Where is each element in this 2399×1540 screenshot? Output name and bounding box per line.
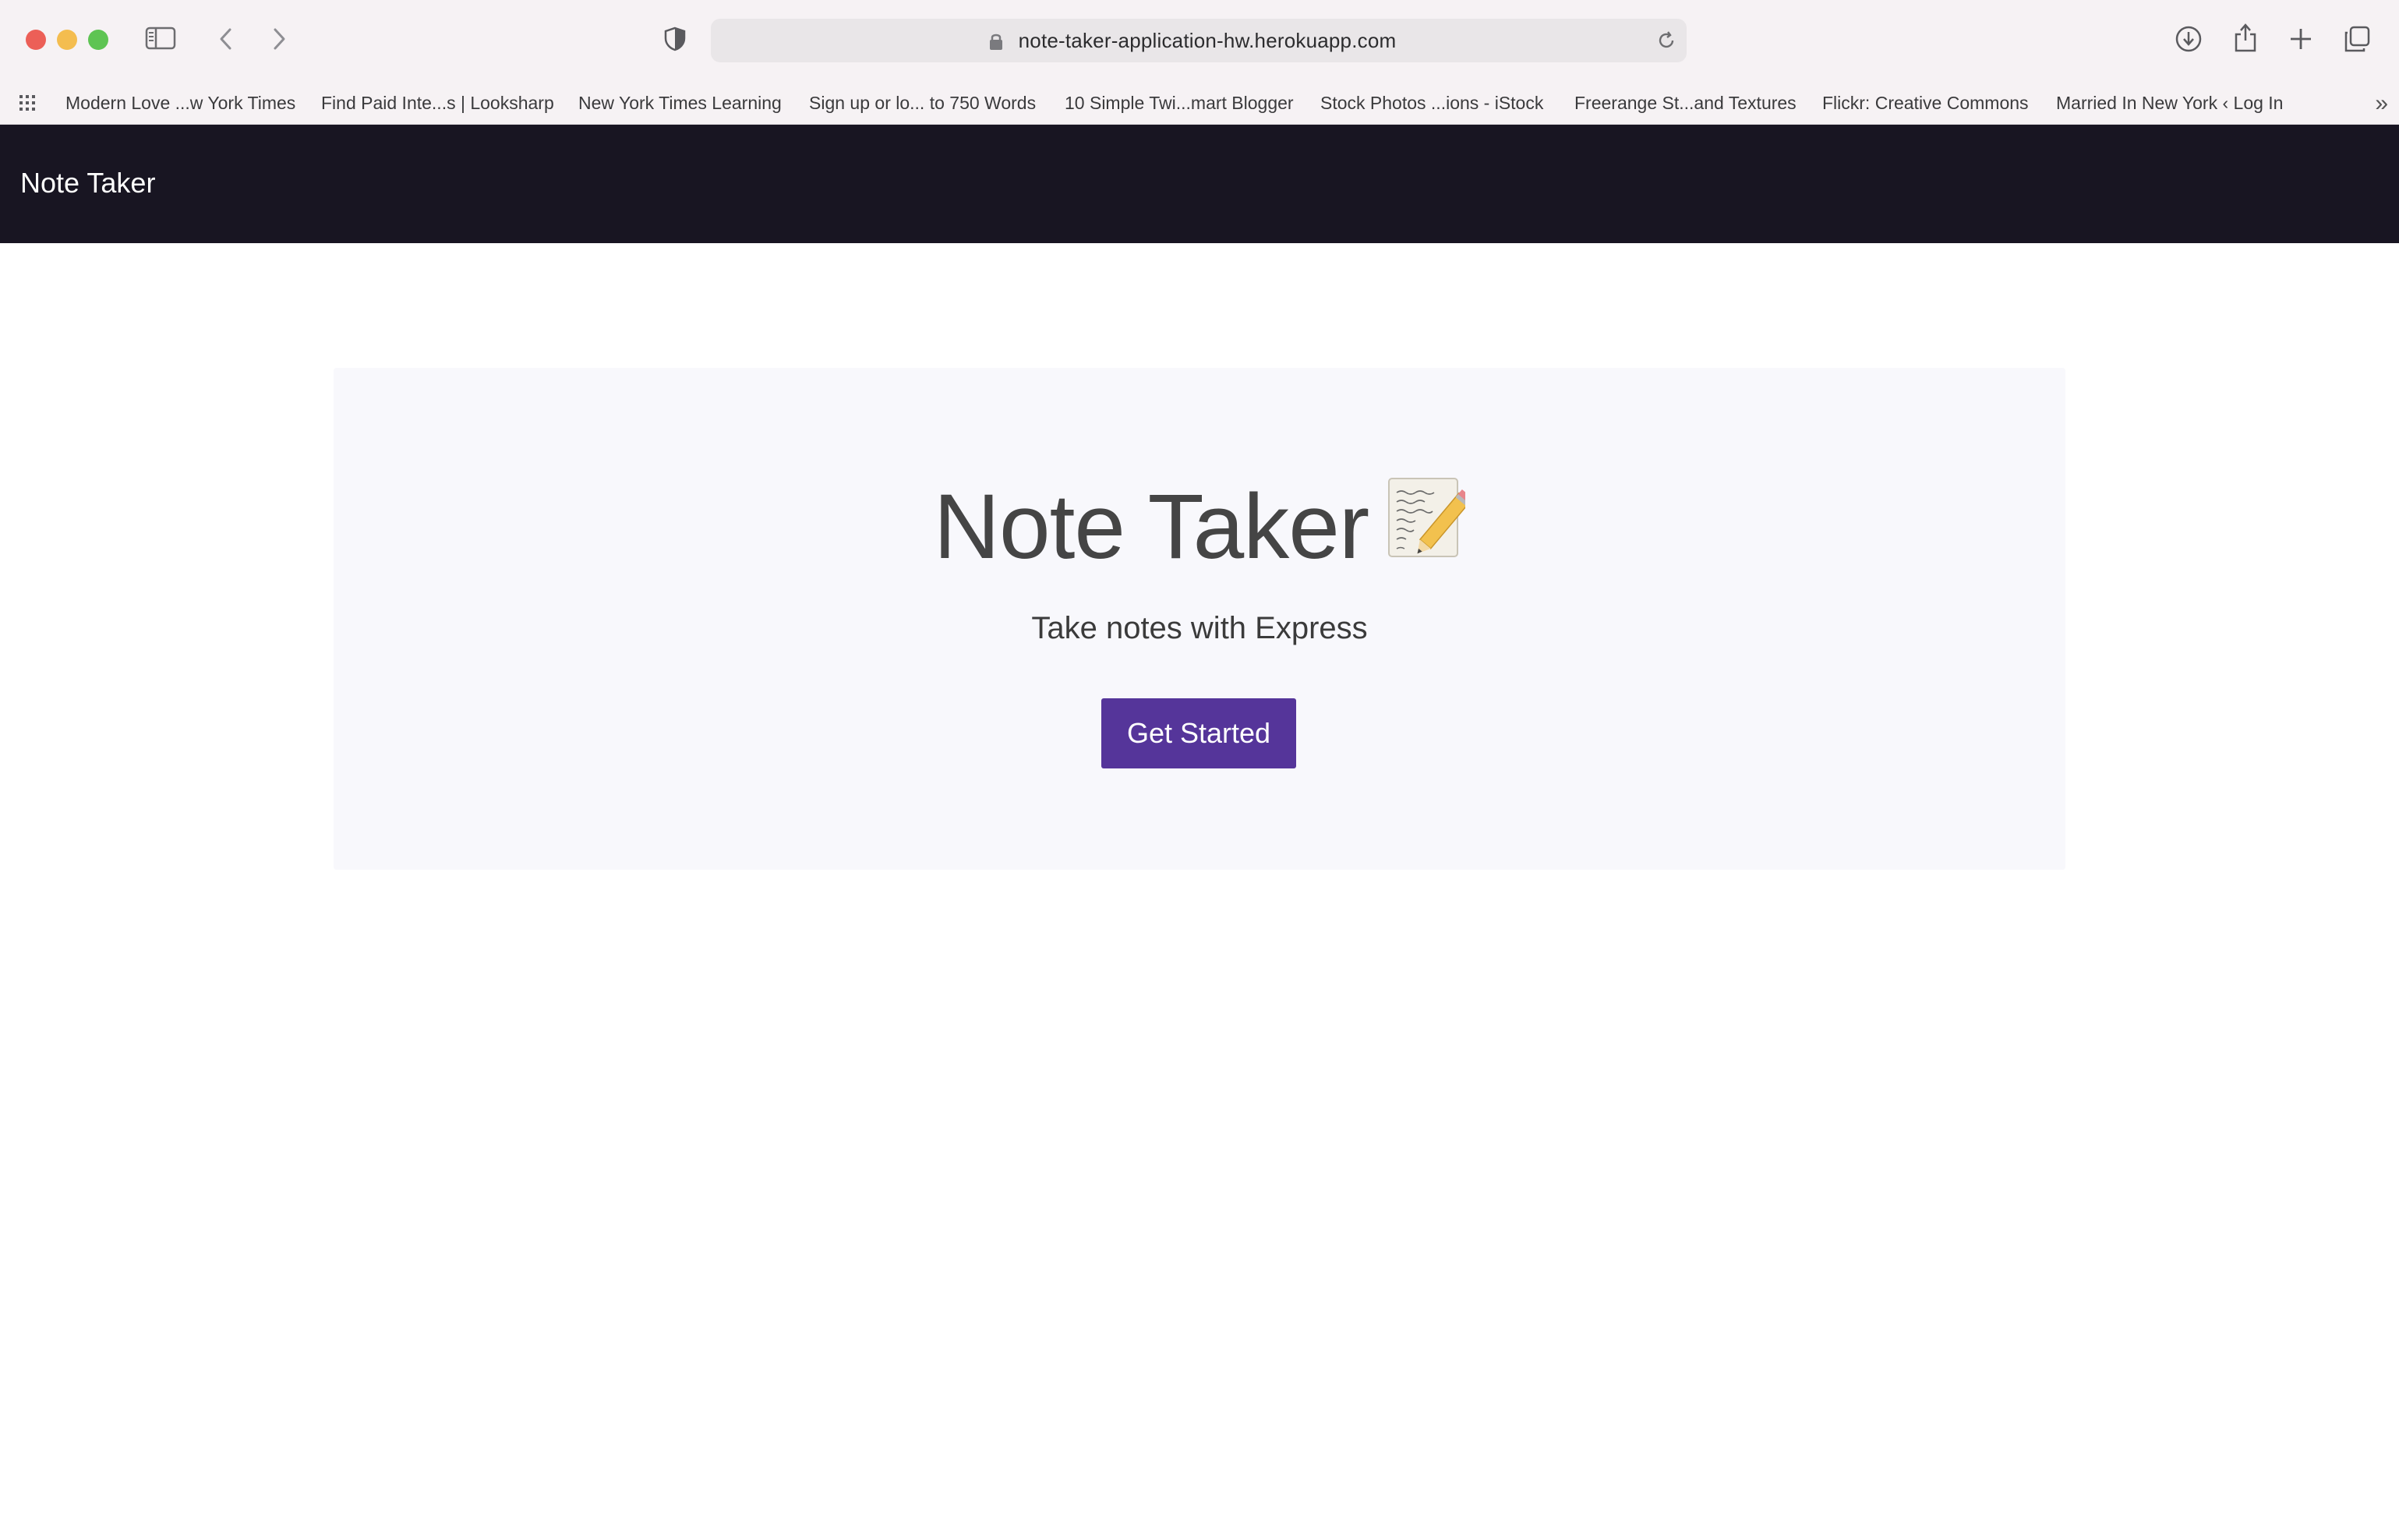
page-title: Note Taker <box>334 472 2065 585</box>
get-started-button[interactable]: Get Started <box>1101 698 1296 768</box>
privacy-shield-icon[interactable] <box>664 26 686 51</box>
download-icon[interactable] <box>2175 25 2203 53</box>
bookmark-item[interactable]: Stock Photos ...ions - iStock <box>1320 93 1543 114</box>
close-window-button[interactable] <box>26 30 46 50</box>
lock-icon <box>989 32 1003 55</box>
navbar-brand[interactable]: Note Taker <box>20 167 155 200</box>
zoom-window-button[interactable] <box>88 30 108 50</box>
hero-subtitle: Take notes with Express <box>1031 611 1368 645</box>
browser-toolbar: note-taker-application-hw.herokuapp.com <box>0 0 2399 81</box>
minimize-window-button[interactable] <box>57 30 77 50</box>
bookmark-item[interactable]: Flickr: Creative Commons <box>1822 93 2029 114</box>
bookmark-item[interactable]: New York Times Learning <box>578 93 782 114</box>
sidebar-toggle-icon[interactable] <box>145 26 176 51</box>
bookmarks-bar: Modern Love ...w York Times Find Paid In… <box>0 81 2399 125</box>
bookmark-item[interactable]: Married In New York ‹ Log In <box>2056 93 2283 114</box>
bookmark-item[interactable]: Modern Love ...w York Times <box>65 93 295 114</box>
address-bar[interactable]: note-taker-application-hw.herokuapp.com <box>711 19 1687 62</box>
hero-jumbotron: Note Taker Take notes with Express Get S… <box>334 368 2065 870</box>
bookmarks-grid-icon[interactable] <box>19 94 41 116</box>
bookmark-item[interactable]: Sign up or lo... to 750 Words <box>809 93 1036 114</box>
tab-overview-icon[interactable] <box>2343 25 2371 53</box>
url-text: note-taker-application-hw.herokuapp.com <box>1018 28 1397 52</box>
page-title-text: Note Taker <box>933 475 1369 578</box>
forward-arrow-icon[interactable] <box>270 26 288 51</box>
site-navbar: Note Taker <box>0 125 2399 243</box>
reload-icon[interactable] <box>1655 30 1677 55</box>
bookmark-item[interactable]: Freerange St...and Textures <box>1574 93 1797 114</box>
new-tab-icon[interactable] <box>2288 26 2313 51</box>
bookmarks-overflow-button[interactable]: » <box>2375 90 2388 117</box>
back-arrow-icon[interactable] <box>217 26 235 51</box>
share-icon[interactable] <box>2232 22 2259 53</box>
memo-icon <box>1384 472 1473 585</box>
bookmark-item[interactable]: Find Paid Inte...s | Looksharp <box>321 93 554 114</box>
bookmark-item[interactable]: 10 Simple Twi...mart Blogger <box>1065 93 1294 114</box>
